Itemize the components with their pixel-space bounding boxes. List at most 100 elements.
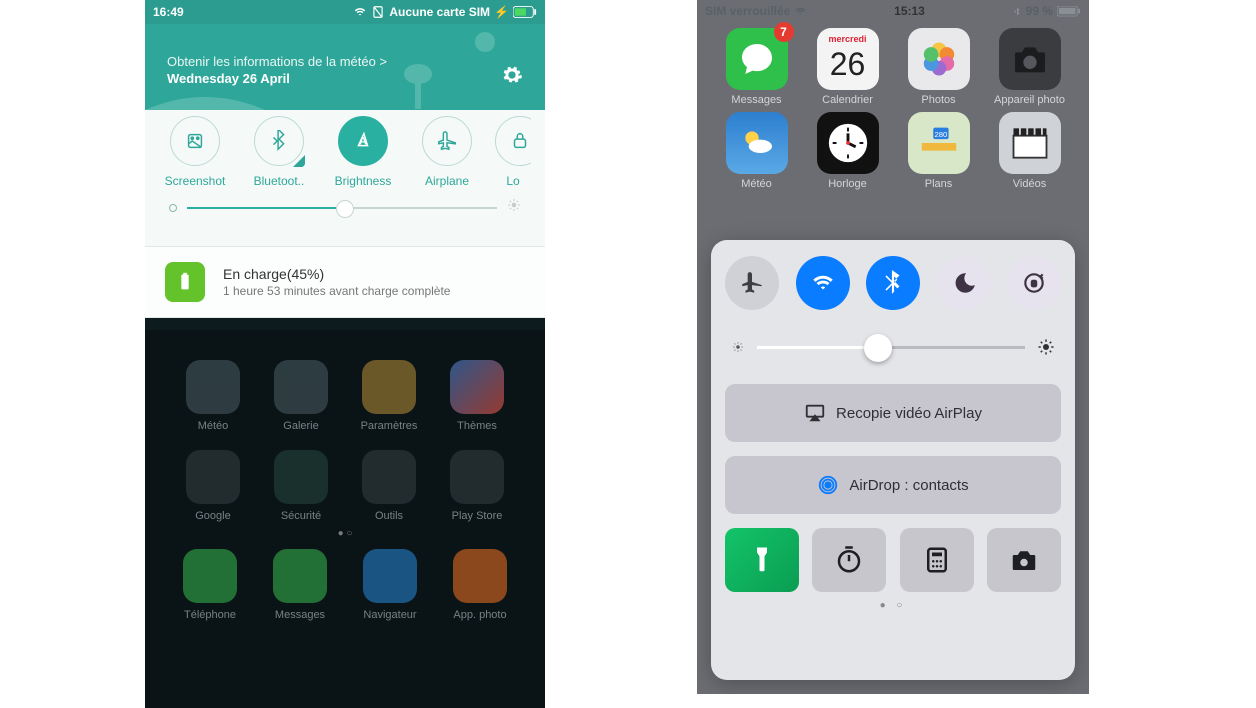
battery-title: En charge(45%) — [223, 266, 450, 282]
rotation-lock-toggle[interactable] — [1007, 256, 1061, 310]
home-app[interactable]: Paramètres — [345, 360, 433, 432]
brightness-knob[interactable] — [864, 334, 892, 362]
app-label: Appareil photo — [984, 94, 1075, 106]
no-sim-icon — [371, 5, 385, 19]
home-app[interactable]: Météo — [169, 360, 257, 432]
app-label: Galerie — [257, 420, 345, 432]
airplay-button[interactable]: Recopie vidéo AirPlay — [725, 384, 1061, 442]
home-app[interactable]: Photos — [893, 28, 984, 106]
qs-tile-label: Brightness — [327, 174, 399, 188]
app-label: Navigateur — [363, 609, 417, 621]
airplay-icon — [804, 402, 826, 424]
gear-icon[interactable] — [501, 64, 523, 86]
dock-app[interactable]: Téléphone — [183, 549, 237, 621]
home-app[interactable]: Appareil photo — [984, 28, 1075, 106]
airplane-toggle[interactable] — [725, 256, 779, 310]
brightness-slider[interactable] — [731, 338, 1055, 356]
app-label: Messages — [711, 94, 802, 106]
app-label: Paramètres — [345, 420, 433, 432]
app-label: Outils — [345, 510, 433, 522]
timer-button[interactable] — [812, 528, 886, 592]
qs-tile-label: Airplane — [411, 174, 483, 188]
app-label: Téléphone — [183, 609, 237, 621]
brightness-min-icon — [169, 204, 177, 212]
airdrop-icon — [817, 474, 839, 496]
home-app[interactable]: Horloge — [802, 112, 893, 190]
banner-line2: Wednesday 26 April — [167, 71, 387, 86]
cc-quick-row — [725, 528, 1061, 592]
ios-status-bar: SIM verrouillée 15:13 99 % — [697, 0, 1089, 22]
home-app[interactable]: Vidéos — [984, 112, 1075, 190]
home-app[interactable]: mercredi26Calendrier — [802, 28, 893, 106]
home-app[interactable]: Météo — [711, 112, 802, 190]
qs-brightness-tile[interactable]: A Brightness — [327, 116, 399, 188]
home-app[interactable]: Outils — [345, 450, 433, 522]
brightness-min-icon — [731, 340, 745, 354]
app-label: Google — [169, 510, 257, 522]
brightness-max-icon — [1037, 338, 1055, 356]
ios-phone: SIM verrouillée 15:13 99 % 7Messagesmerc… — [697, 0, 1089, 694]
weather-banner[interactable]: Obtenir les informations de la météo > W… — [145, 24, 545, 110]
app-label: Météo — [711, 178, 802, 190]
app-label: Vidéos — [984, 178, 1075, 190]
app-label: Météo — [169, 420, 257, 432]
app-label: Thèmes — [433, 420, 521, 432]
app-label: Play Store — [433, 510, 521, 522]
home-app[interactable]: Google — [169, 450, 257, 522]
status-time: 15:13 — [807, 4, 1011, 18]
home-app[interactable]: Galerie — [257, 360, 345, 432]
airdrop-button[interactable]: AirDrop : contacts — [725, 456, 1061, 514]
qs-bluetooth-tile[interactable]: Bluetoot.. — [243, 116, 315, 188]
qs-screenshot-tile[interactable]: Screenshot — [159, 116, 231, 188]
wifi-toggle[interactable] — [796, 256, 850, 310]
svg-text:280: 280 — [934, 130, 947, 139]
qs-airplane-tile[interactable]: Airplane — [411, 116, 483, 188]
flashlight-button[interactable] — [725, 528, 799, 592]
status-sim-text: SIM verrouillée — [705, 4, 790, 18]
home-app[interactable]: Play Store — [433, 450, 521, 522]
banner-line1: Obtenir les informations de la météo > — [167, 54, 387, 69]
app-label: App. photo — [453, 609, 507, 621]
cc-pager: ● ○ — [725, 600, 1061, 611]
home-app[interactable]: 280 Plans — [893, 112, 984, 190]
cc-toggle-row — [725, 256, 1061, 310]
brightness-max-icon — [507, 198, 521, 217]
airdrop-label: AirDrop : contacts — [849, 477, 968, 494]
status-battery-text: 99 % — [1026, 4, 1053, 18]
battery-icon — [513, 6, 537, 18]
wifi-icon — [794, 5, 807, 18]
dock-app[interactable]: Messages — [273, 549, 327, 621]
qs-tile-label: Bluetoot.. — [243, 174, 315, 188]
android-status-bar: 16:49 Aucune carte SIM ⚡ — [145, 0, 545, 24]
home-pager: ● ○ — [145, 528, 545, 539]
qs-tile-label: Screenshot — [159, 174, 231, 188]
app-label: Plans — [893, 178, 984, 190]
calculator-button[interactable] — [900, 528, 974, 592]
brightness-knob[interactable] — [336, 200, 354, 218]
qs-tile-label: Lo — [495, 174, 531, 188]
android-phone: MétéoGalerieParamètresThèmes GoogleSécuri… — [145, 0, 545, 708]
dock-app[interactable]: Navigateur — [363, 549, 417, 621]
app-label: Calendrier — [802, 94, 893, 106]
app-label: Horloge — [802, 178, 893, 190]
home-app[interactable]: Thèmes — [433, 360, 521, 432]
app-label: Sécurité — [257, 510, 345, 522]
app-label: Photos — [893, 94, 984, 106]
camera-button[interactable] — [987, 528, 1061, 592]
battery-app-icon — [165, 262, 205, 302]
battery-icon — [1057, 6, 1081, 17]
dock-app[interactable]: App. photo — [453, 549, 507, 621]
bluetooth-toggle[interactable] — [866, 256, 920, 310]
home-app[interactable]: 7Messages — [711, 28, 802, 106]
svg-text:A: A — [359, 136, 367, 148]
home-app[interactable]: Sécurité — [257, 450, 345, 522]
airplay-label: Recopie vidéo AirPlay — [836, 405, 982, 422]
dnd-toggle[interactable] — [937, 256, 991, 310]
status-sim-text: Aucune carte SIM — [389, 5, 490, 19]
bluetooth-icon — [1012, 5, 1022, 18]
app-label: Messages — [273, 609, 327, 621]
qs-lock-tile[interactable]: Lo — [495, 116, 531, 188]
control-center: Recopie vidéo AirPlay AirDrop : contacts… — [711, 240, 1075, 680]
battery-notification[interactable]: En charge(45%) 1 heure 53 minutes avant … — [145, 247, 545, 318]
brightness-slider[interactable] — [145, 188, 545, 217]
